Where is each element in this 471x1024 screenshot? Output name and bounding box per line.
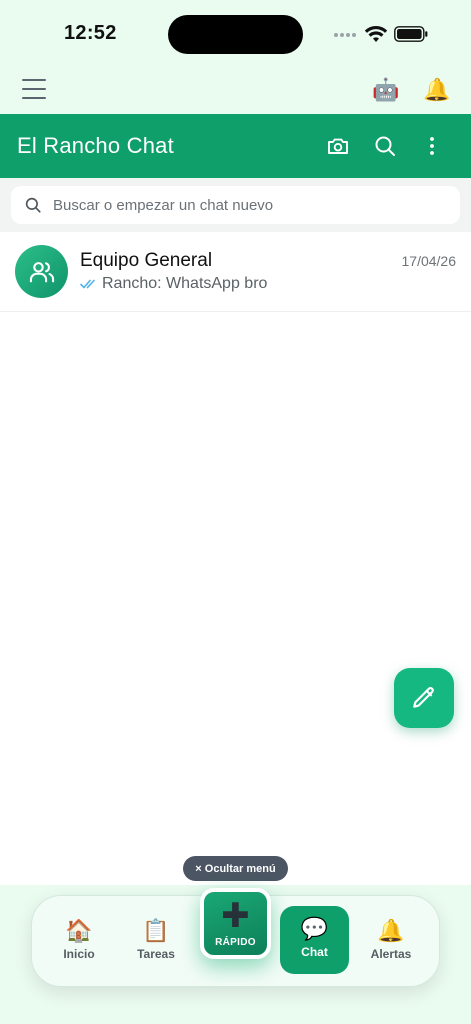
search-input[interactable] bbox=[53, 186, 453, 224]
group-users-icon bbox=[29, 261, 54, 282]
nav-item-alertas[interactable]: 🔔 Alertas bbox=[361, 918, 421, 970]
cellular-signal-icon bbox=[334, 33, 358, 39]
nav-label: Tareas bbox=[137, 947, 175, 961]
nav-item-tareas[interactable]: 📋 Tareas bbox=[126, 918, 186, 970]
robot-icon[interactable]: 🤖 bbox=[372, 76, 400, 104]
page-title: El Rancho Chat bbox=[17, 133, 174, 158]
hamburger-icon[interactable] bbox=[22, 79, 46, 101]
wifi-icon bbox=[364, 25, 388, 42]
search-icon[interactable] bbox=[373, 134, 397, 158]
quick-action-button[interactable]: ✚ RÁPIDO bbox=[200, 888, 271, 959]
chat-name: Equipo General bbox=[80, 250, 213, 271]
chat-list-item[interactable]: Equipo General 17/04/26 Rancho: WhatsApp… bbox=[0, 232, 471, 312]
app-bar: 🤖 🔔 bbox=[0, 68, 471, 114]
chat-list: Equipo General 17/04/26 Rancho: WhatsApp… bbox=[0, 232, 471, 885]
nav-item-inicio[interactable]: 🏠 Inicio bbox=[49, 918, 109, 970]
double-check-icon bbox=[80, 279, 95, 289]
new-chat-fab[interactable] bbox=[394, 668, 454, 728]
dynamic-island bbox=[168, 15, 303, 54]
chat-date: 17/04/26 bbox=[401, 253, 457, 269]
plus-icon: ✚ bbox=[221, 897, 250, 935]
quick-action-label: RÁPIDO bbox=[215, 937, 256, 948]
chat-preview-text: Rancho: WhatsApp bro bbox=[102, 275, 268, 292]
nav-label: Inicio bbox=[63, 947, 95, 961]
search-icon bbox=[25, 197, 41, 213]
home-icon: 🏠 bbox=[65, 918, 93, 943]
chat-preview: Rancho: WhatsApp bro bbox=[80, 275, 267, 293]
bell-icon[interactable]: 🔔 bbox=[423, 76, 451, 104]
nav-label: Alertas bbox=[370, 947, 412, 961]
battery-icon bbox=[394, 26, 428, 42]
nav-label: Chat bbox=[301, 945, 328, 959]
clipboard-icon: 📋 bbox=[142, 918, 170, 943]
avatar bbox=[15, 245, 68, 298]
bell-icon: 🔔 bbox=[377, 918, 405, 943]
pencil-icon bbox=[413, 687, 434, 708]
search-box[interactable] bbox=[11, 186, 460, 224]
chat-header: El Rancho Chat bbox=[0, 114, 471, 178]
status-time: 12:52 bbox=[64, 22, 117, 44]
search-bar bbox=[0, 178, 471, 232]
nav-item-chat[interactable]: 💬 Chat bbox=[280, 906, 349, 974]
hide-menu-button[interactable]: × Ocultar menú bbox=[183, 856, 288, 881]
more-vertical-icon[interactable] bbox=[420, 134, 444, 158]
chat-bubble-icon: 💬 bbox=[300, 916, 329, 941]
camera-icon[interactable] bbox=[326, 134, 350, 158]
status-bar: 12:52 bbox=[0, 0, 471, 68]
